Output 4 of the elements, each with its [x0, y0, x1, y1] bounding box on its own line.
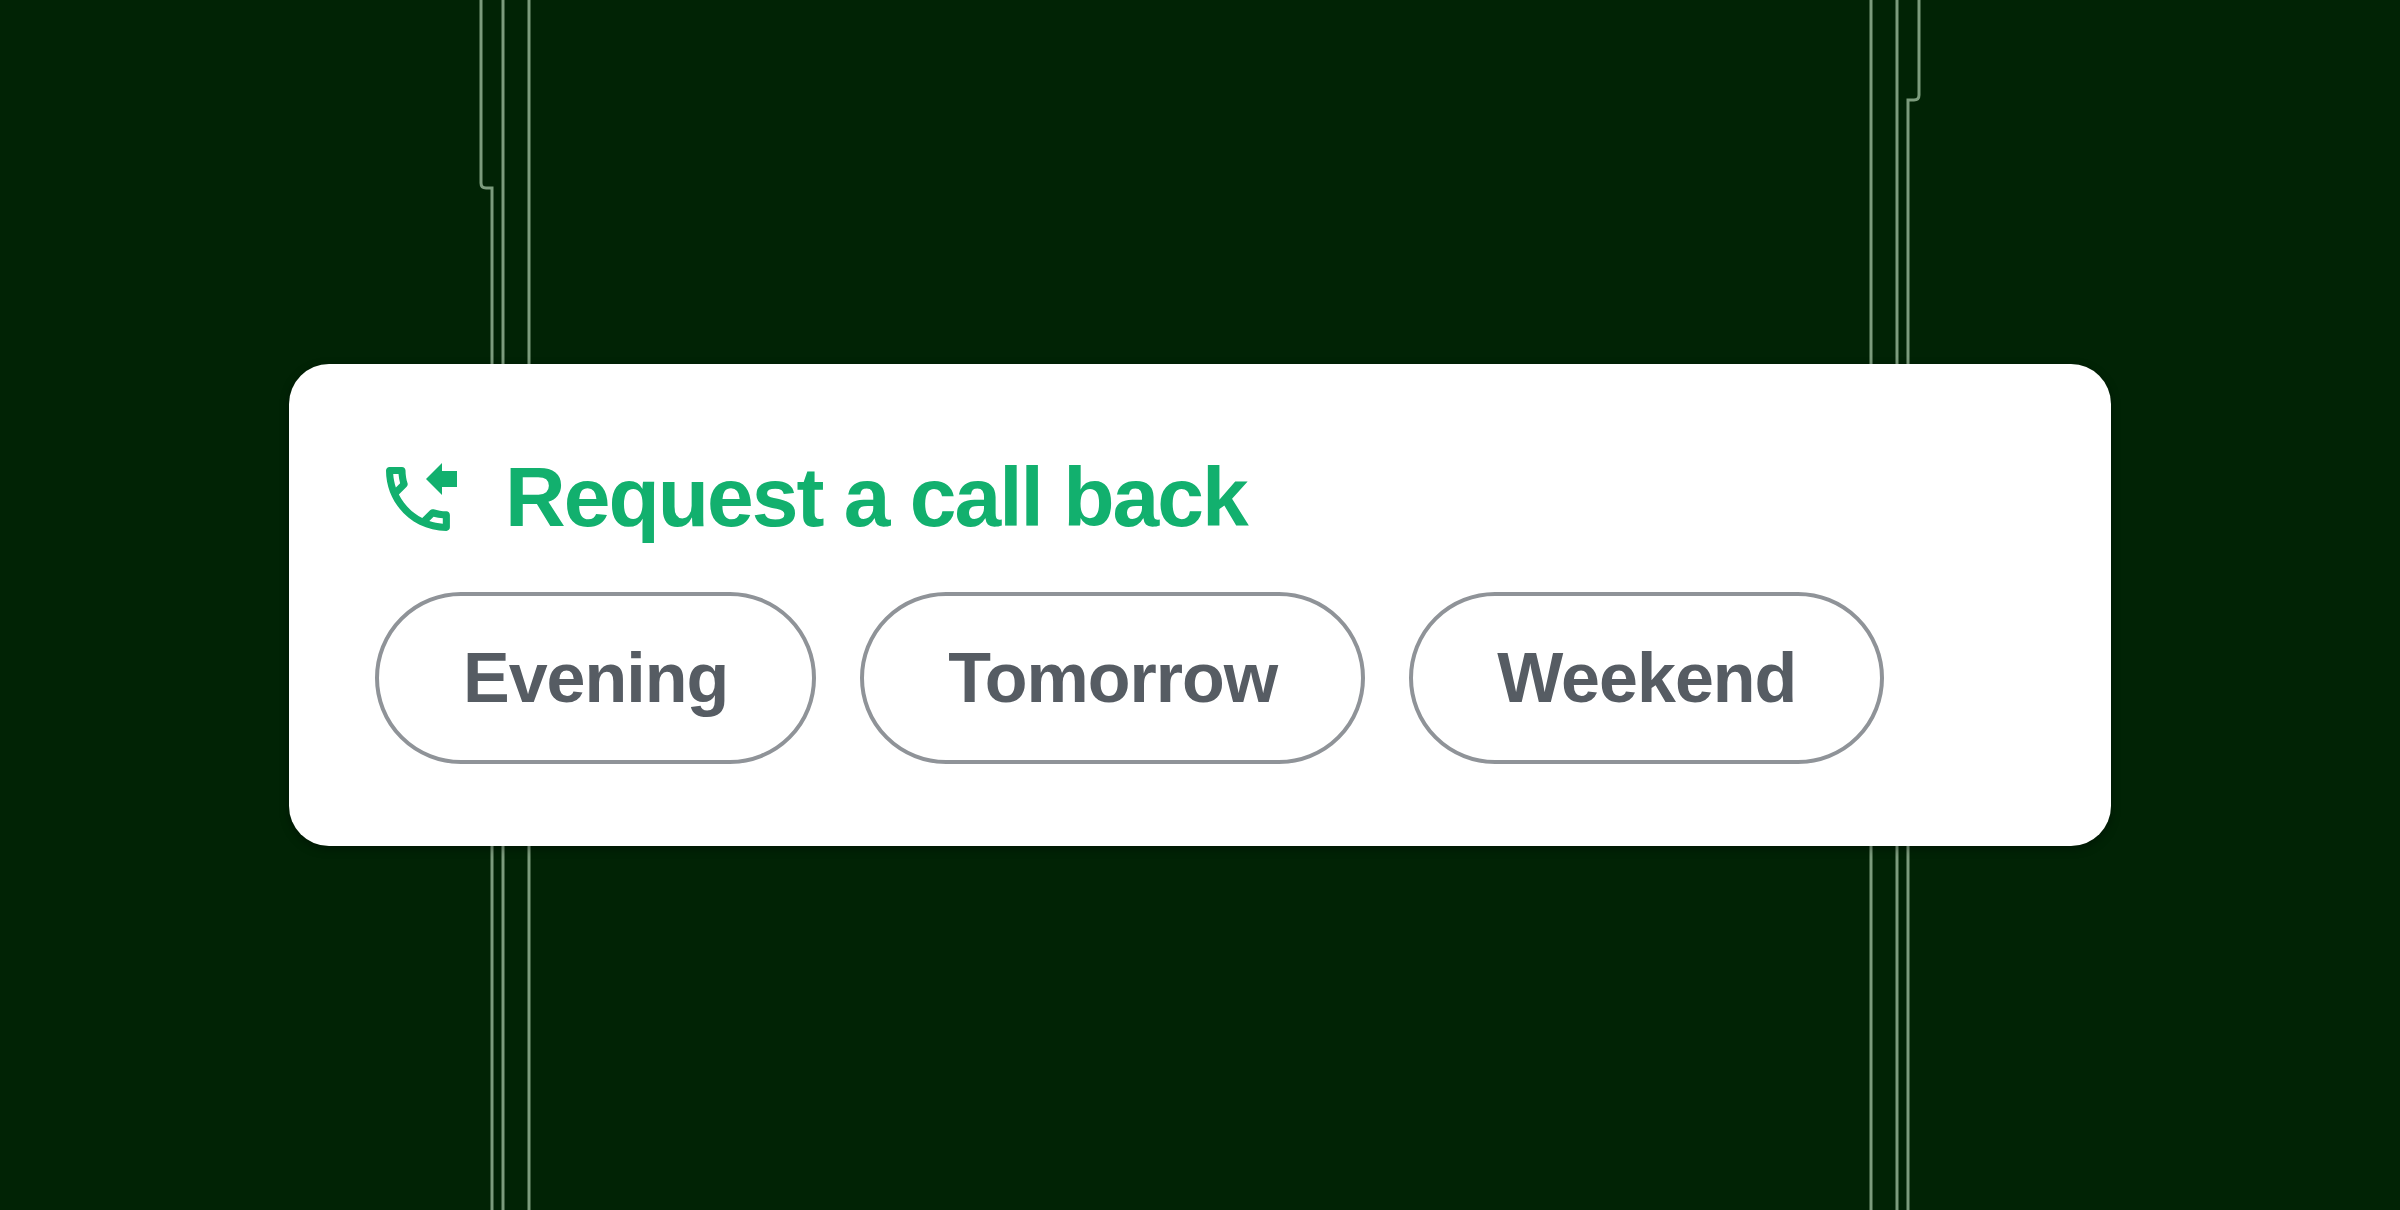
time-option-chip[interactable]: Evening	[375, 592, 817, 764]
phone-callback-icon	[386, 462, 458, 532]
time-option-chip[interactable]: Tomorrow	[860, 592, 1366, 764]
time-option-chip[interactable]: Weekend	[1409, 592, 1885, 764]
